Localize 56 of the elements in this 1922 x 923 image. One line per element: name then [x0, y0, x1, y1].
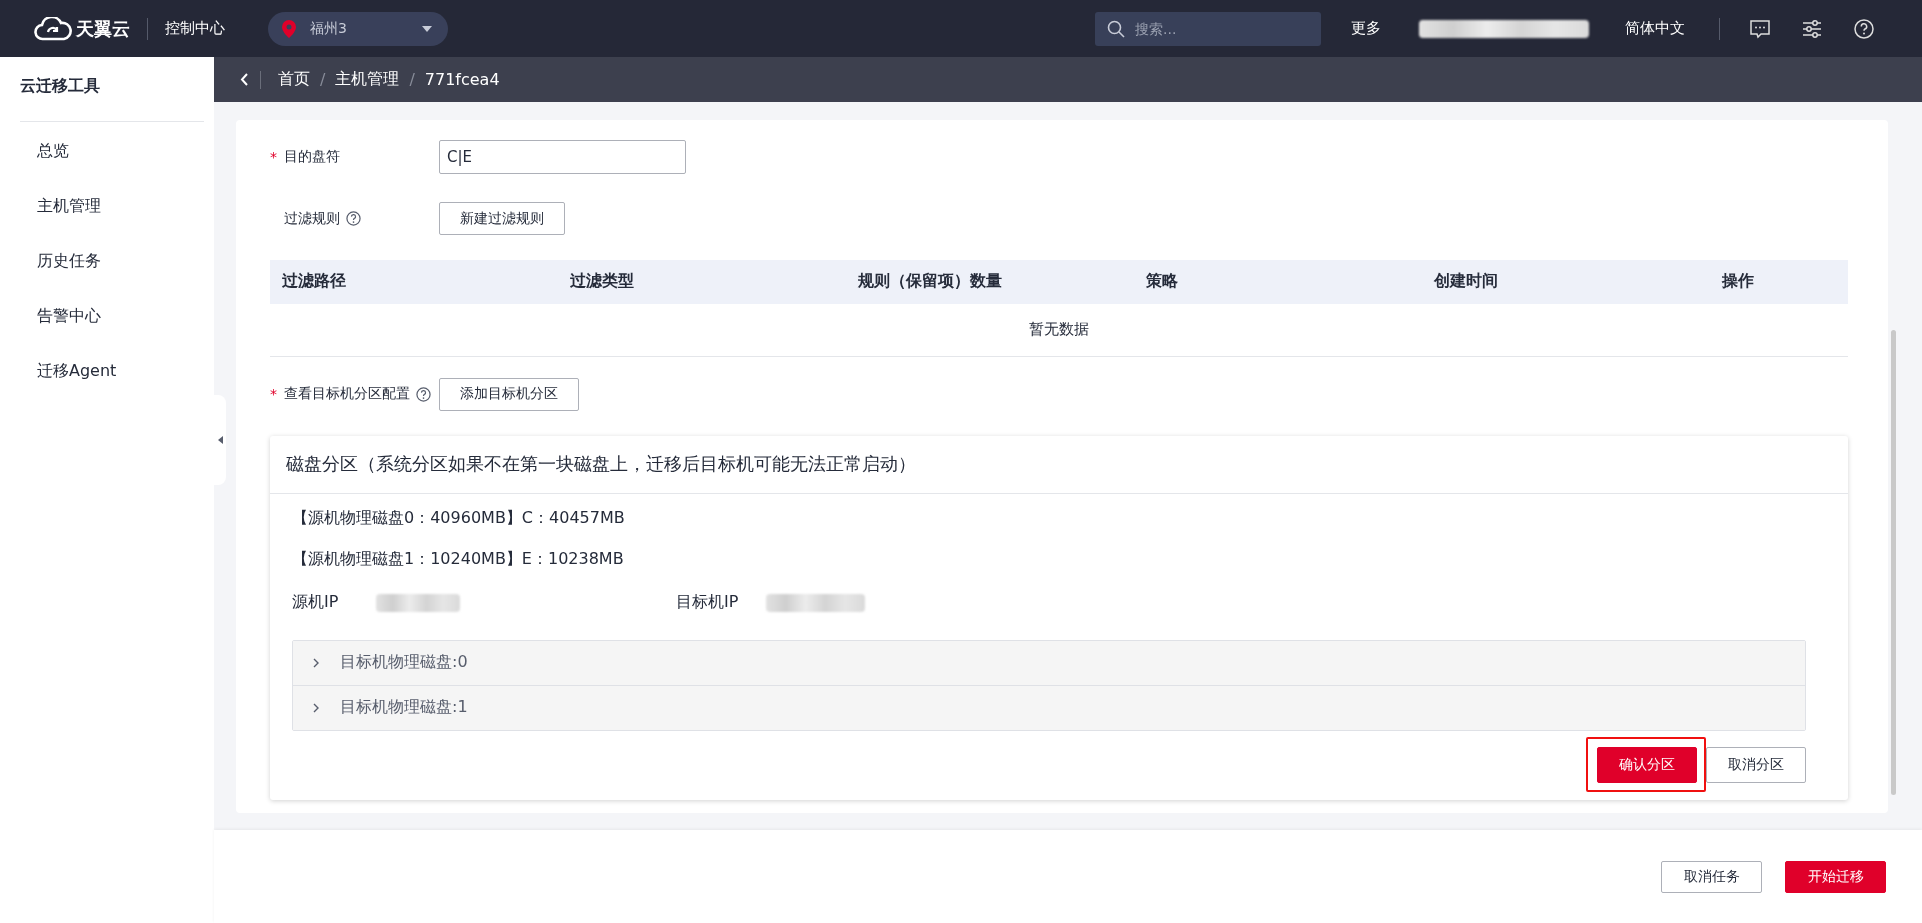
scrollbar[interactable] [1891, 330, 1896, 795]
console-link[interactable]: 控制中心 [165, 19, 225, 38]
column-header: 创建时间 [1434, 271, 1499, 293]
field-label: 过滤规则 [284, 209, 340, 228]
add-partition-button[interactable]: 添加目标机分区 [439, 377, 579, 411]
caret-icon [422, 25, 432, 32]
collapse-item[interactable]: 目标机物理磁盘:0 [293, 640, 1805, 685]
breadcrumb-separator: / [409, 70, 415, 89]
required-mark: * [270, 386, 277, 403]
sidebar-item[interactable]: 主机管理 [20, 178, 204, 233]
sidebar-title: 云迁移工具 [20, 76, 100, 95]
search-icon [1107, 19, 1125, 38]
field-label: 查看目标机分区配置 [284, 385, 410, 404]
new-filter-rule-button[interactable]: 新建过滤规则 [439, 202, 565, 235]
source-disk-text: 【源机物理磁盘1：10240MB】E：10238MB [292, 548, 624, 570]
sidebar-toggle[interactable] [214, 395, 226, 485]
column-header: 操作 [1722, 271, 1755, 293]
target-ip-label: 目标机IP [676, 592, 740, 614]
panel-title: 磁盘分区（系统分区如果不在第一块磁盘上，迁移后目标机可能无法正常启动） [286, 452, 916, 477]
location-pin-icon [282, 19, 296, 38]
search-field[interactable]: 搜索... [1095, 11, 1321, 46]
more-link[interactable]: 更多 [1351, 19, 1381, 38]
cloud-logo-icon [34, 16, 72, 41]
message-icon[interactable] [1750, 18, 1770, 39]
collapse-arrow-icon [217, 436, 223, 444]
source-disk-text: 【源机物理磁盘0：40960MB】C：40457MB [292, 507, 625, 529]
cancel-button[interactable]: 取消分区 [1706, 747, 1806, 783]
sidebar-item[interactable]: 迁移Agent [20, 343, 204, 398]
breadcrumb-current: 771fcea4 [424, 70, 500, 89]
column-header: 规则（保留项）数量 [858, 271, 1003, 293]
column-header: 过滤路径 [282, 271, 347, 293]
brand-name[interactable]: 天翼云 [76, 16, 130, 41]
source-ip-label: 源机IP [292, 592, 340, 614]
empty-state-text: 暂无数据 [1029, 320, 1089, 340]
start-migration-button[interactable]: 开始迁移 [1785, 860, 1886, 893]
help-icon [346, 211, 361, 226]
drive-input-field[interactable]: C|E [439, 140, 686, 174]
cancel-task-button[interactable]: 取消任务 [1661, 860, 1762, 893]
breadcrumb-link[interactable]: 首页 [278, 69, 310, 90]
help-icon[interactable] [1854, 18, 1874, 39]
sidebar-item[interactable]: 告警中心 [20, 288, 204, 343]
required-mark: * [270, 149, 277, 165]
region-selector[interactable]: 福州3 [268, 11, 448, 46]
back-icon[interactable] [240, 73, 248, 86]
column-header: 过滤类型 [570, 271, 635, 293]
sidebar-item[interactable]: 总览 [20, 123, 204, 178]
column-header: 策略 [1146, 271, 1179, 293]
confirm-button[interactable]: 确认分区 [1597, 747, 1697, 783]
breadcrumb-separator: / [320, 70, 326, 89]
collapse-item[interactable]: 目标机物理磁盘:1 [293, 684, 1805, 730]
breadcrumb-link[interactable]: 主机管理 [335, 69, 400, 90]
field-label: 目的盘符 [284, 148, 340, 166]
language-link[interactable]: 简体中文 [1625, 19, 1685, 38]
sidebar-item[interactable]: 历史任务 [20, 233, 204, 288]
settings-sliders-icon[interactable] [1802, 18, 1822, 39]
help-icon [416, 386, 431, 402]
